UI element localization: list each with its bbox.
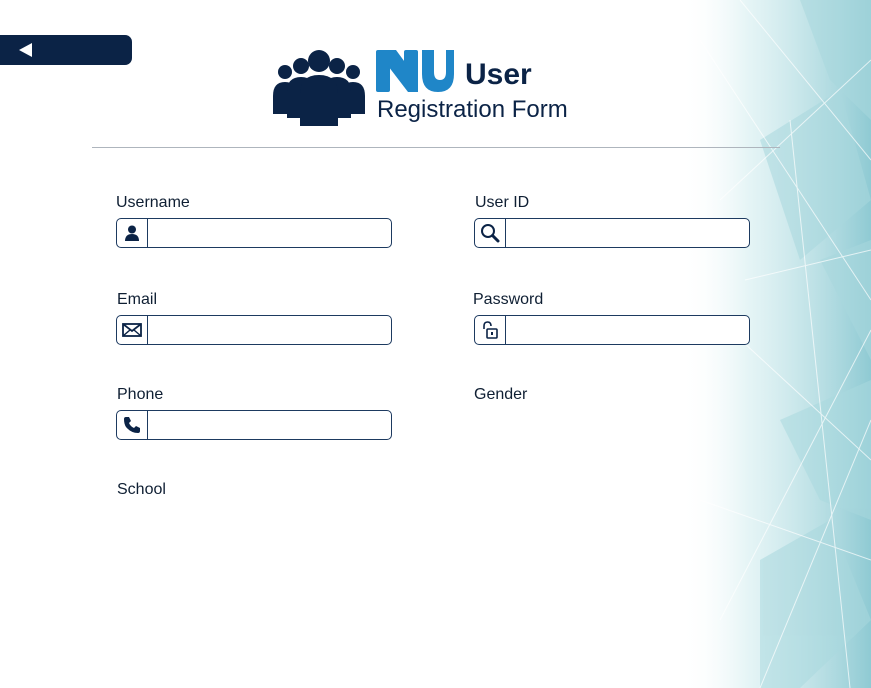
page-title: User [465, 58, 532, 91]
password-label: Password [473, 291, 544, 308]
phone-label: Phone [117, 386, 164, 403]
back-arrow-icon [19, 43, 32, 57]
phone-input[interactable] [148, 411, 391, 439]
email-label: Email [117, 291, 158, 308]
username-label: Username [116, 194, 190, 211]
user-id-input[interactable] [506, 219, 749, 247]
person-icon [117, 219, 148, 247]
email-input[interactable] [148, 316, 391, 344]
phone-field [116, 410, 392, 440]
phone-icon [117, 411, 148, 439]
back-button[interactable] [0, 35, 132, 65]
user-id-label: User ID [475, 194, 530, 211]
unlock-icon [475, 316, 506, 344]
gender-label: Gender [474, 386, 528, 403]
school-label: School [117, 481, 166, 498]
password-input[interactable] [506, 316, 749, 344]
user-id-field [474, 218, 750, 248]
header-divider [92, 147, 780, 148]
username-input[interactable] [148, 219, 391, 247]
email-field [116, 315, 392, 345]
username-field [116, 218, 392, 248]
page-subtitle: Registration Form [377, 96, 568, 123]
magnifier-icon [475, 219, 506, 247]
password-field [474, 315, 750, 345]
brand-logo [376, 50, 454, 92]
envelope-icon [117, 316, 148, 344]
people-group-icon [273, 50, 365, 126]
